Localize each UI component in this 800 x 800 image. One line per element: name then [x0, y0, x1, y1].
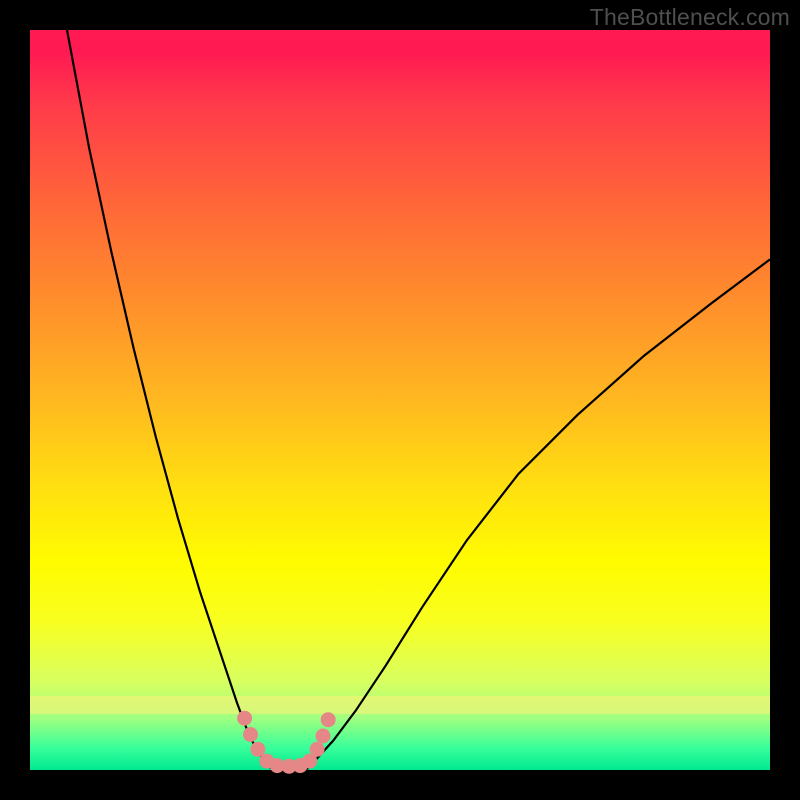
chart-overlay [30, 30, 770, 770]
trough-dot [237, 711, 252, 726]
trough-dot [316, 729, 331, 744]
trough-dot [321, 712, 336, 727]
trough-dot [310, 742, 325, 757]
bottleneck-curve [67, 30, 770, 770]
trough-dot [243, 727, 258, 742]
watermark-text: TheBottleneck.com [590, 4, 790, 31]
plot-area [30, 30, 770, 770]
chart-frame: TheBottleneck.com [0, 0, 800, 800]
